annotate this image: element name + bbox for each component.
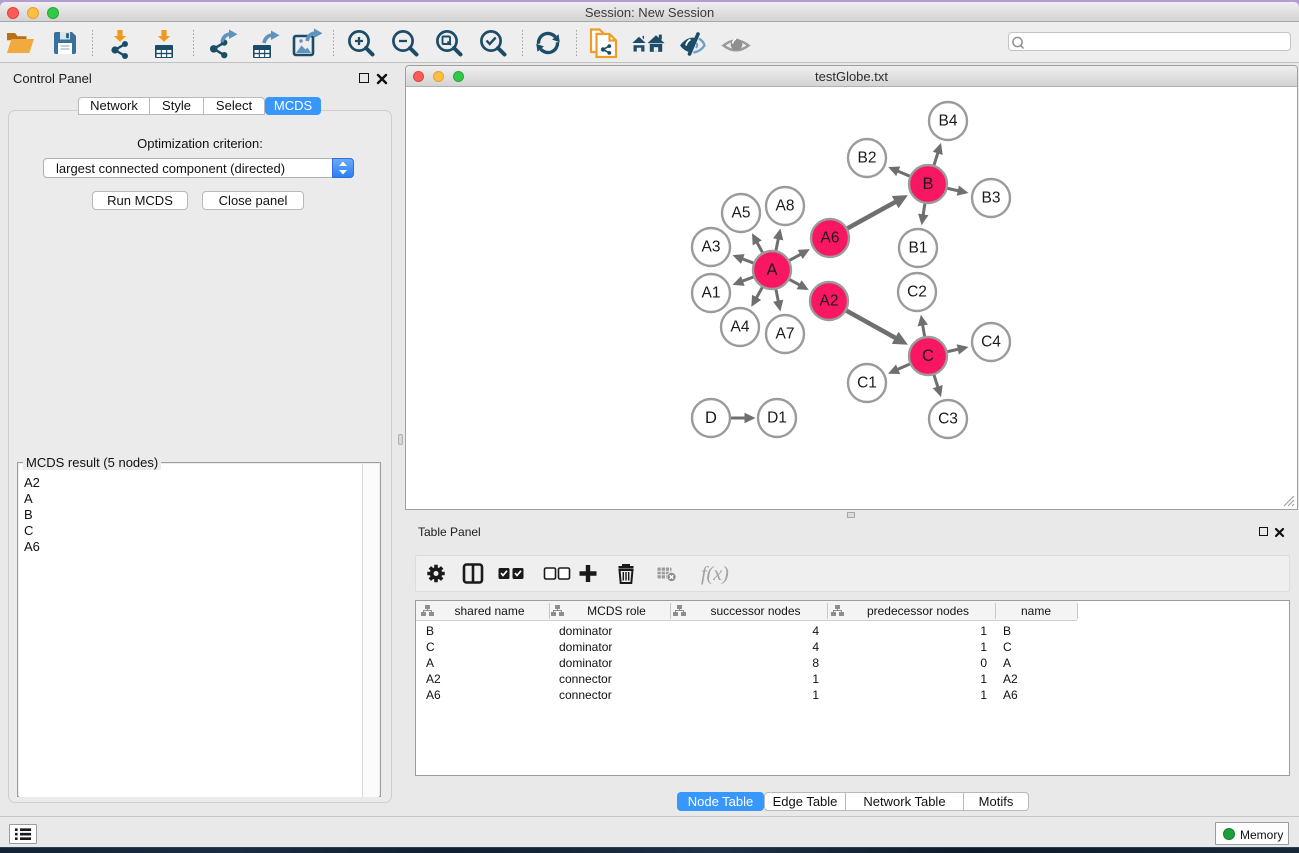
svg-text:D: D xyxy=(705,409,717,427)
svg-text:B: B xyxy=(922,175,933,193)
svg-text:B2: B2 xyxy=(858,150,877,167)
svg-text:A4: A4 xyxy=(731,319,750,336)
svg-text:f(x): f(x) xyxy=(701,563,729,585)
svg-text:C: C xyxy=(922,347,934,365)
svg-text:B4: B4 xyxy=(939,113,958,130)
svg-text:A2: A2 xyxy=(820,293,839,310)
svg-text:A7: A7 xyxy=(776,326,795,343)
svg-text:C3: C3 xyxy=(938,411,958,428)
svg-text:A8: A8 xyxy=(776,198,795,215)
svg-text:D1: D1 xyxy=(767,410,787,427)
svg-text:C1: C1 xyxy=(857,375,877,392)
svg-text:A3: A3 xyxy=(702,239,721,256)
svg-text:A: A xyxy=(766,261,777,279)
svg-text:A6: A6 xyxy=(821,230,840,247)
svg-text:C2: C2 xyxy=(907,284,927,301)
svg-text:A5: A5 xyxy=(732,205,751,222)
svg-text:C4: C4 xyxy=(981,334,1001,351)
svg-text:B3: B3 xyxy=(982,190,1001,207)
svg-text:A1: A1 xyxy=(702,285,721,302)
svg-text:B1: B1 xyxy=(909,240,928,257)
